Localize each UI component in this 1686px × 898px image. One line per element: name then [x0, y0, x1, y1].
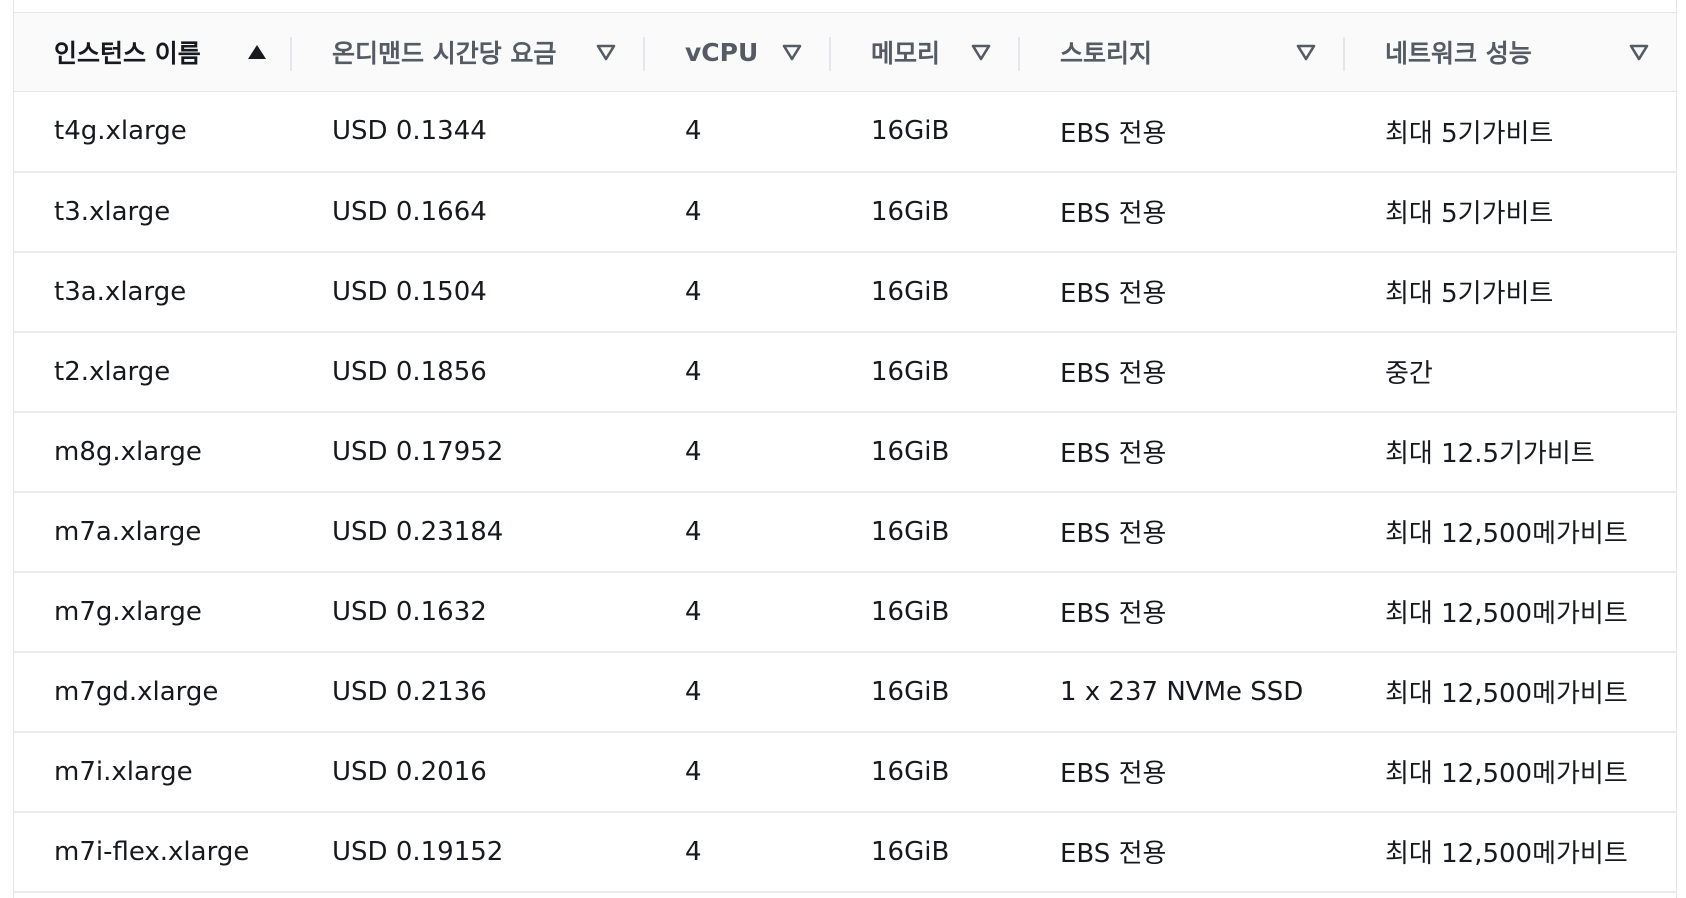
- cell-memory: 16GiB: [871, 676, 950, 707]
- table-row[interactable]: m7g.xlarge USD 0.1632 4 16GiB EBS 전용 최대 12,50…: [14, 572, 1676, 652]
- sort-descending-icon[interactable]: [781, 42, 803, 62]
- cell-instance-name: m7i.xlarge: [54, 756, 193, 787]
- cell-network-performance: 최대 12.5기가비트: [1385, 439, 1595, 469]
- cell-network-performance: 최대 5기가비트: [1385, 199, 1554, 229]
- cell-instance-name: m8g.xlarge: [54, 436, 202, 467]
- cell-memory: 16GiB: [871, 836, 950, 867]
- column-header-label: 네트워크 성능: [1385, 39, 1532, 68]
- cell-storage: EBS 전용: [1060, 199, 1167, 229]
- cell-network-performance: 최대 12,500메가비트: [1385, 839, 1628, 869]
- cell-network-performance: 최대 12,500메가비트: [1385, 759, 1628, 789]
- cell-storage: 1 x 237 NVMe SSD: [1060, 676, 1304, 707]
- cell-instance-name: m7g.xlarge: [54, 596, 202, 627]
- cell-vcpu: 4: [685, 196, 702, 227]
- column-header-storage[interactable]: 스토리지: [1020, 13, 1345, 92]
- cell-network-performance: 중간: [1385, 359, 1433, 389]
- cell-memory: 16GiB: [871, 356, 950, 387]
- cell-on-demand-hourly-rate: USD 0.1856: [332, 356, 487, 387]
- cell-memory: 16GiB: [871, 756, 950, 787]
- column-header-memory[interactable]: 메모리: [831, 13, 1020, 92]
- table-row[interactable]: m7a.xlarge USD 0.23184 4 16GiB EBS 전용 최대 12,5…: [14, 492, 1676, 572]
- cell-memory: 16GiB: [871, 116, 950, 147]
- cell-on-demand-hourly-rate: USD 0.2016: [332, 756, 487, 787]
- instance-table-container: 인스턴스 이름 온디맨드 시간당 요금 vCPU 메모리 스토리지 네트워크 성능 t4g…: [13, 0, 1677, 898]
- cell-vcpu: 4: [685, 356, 702, 387]
- cell-vcpu: 4: [685, 436, 702, 467]
- sort-descending-icon[interactable]: [970, 42, 992, 62]
- cell-vcpu: 4: [685, 836, 702, 867]
- cell-memory: 16GiB: [871, 436, 950, 467]
- cell-vcpu: 4: [685, 596, 702, 627]
- cell-on-demand-hourly-rate: USD 0.1504: [332, 276, 487, 307]
- cell-on-demand-hourly-rate: USD 0.23184: [332, 516, 504, 547]
- cell-instance-name: t3a.xlarge: [54, 276, 187, 307]
- sort-descending-icon[interactable]: [595, 42, 617, 62]
- cell-on-demand-hourly-rate: USD 0.17952: [332, 436, 504, 467]
- cell-memory: 16GiB: [871, 516, 950, 547]
- cell-instance-name: m7i-flex.xlarge: [54, 836, 250, 867]
- cell-storage: EBS 전용: [1060, 599, 1167, 629]
- cell-memory: 16GiB: [871, 596, 950, 627]
- cell-instance-name: m7a.xlarge: [54, 516, 202, 547]
- cell-vcpu: 4: [685, 516, 702, 547]
- column-header-label: 온디맨드 시간당 요금: [332, 39, 557, 68]
- cell-network-performance: 최대 12,500메가비트: [1385, 679, 1628, 709]
- column-header-on-demand-hourly-rate[interactable]: 온디맨드 시간당 요금: [292, 13, 645, 92]
- cell-on-demand-hourly-rate: USD 0.2136: [332, 676, 487, 707]
- table-row[interactable]: t2.xlarge USD 0.1856 4 16GiB EBS 전용 중간: [14, 332, 1676, 412]
- cell-network-performance: 최대 5기가비트: [1385, 279, 1554, 309]
- table-row[interactable]: t4g.xlarge USD 0.1344 4 16GiB EBS 전용 최대 5기가비트: [14, 92, 1676, 172]
- cell-storage: EBS 전용: [1060, 759, 1167, 789]
- table-row[interactable]: t3a.xlarge USD 0.1504 4 16GiB EBS 전용 최대 5기가비트: [14, 252, 1676, 332]
- cell-network-performance: 최대 12,500메가비트: [1385, 519, 1628, 549]
- column-header-instance-name[interactable]: 인스턴스 이름: [14, 13, 292, 92]
- column-header-label: 인스턴스 이름: [54, 39, 201, 68]
- cell-storage: EBS 전용: [1060, 359, 1167, 389]
- cell-vcpu: 4: [685, 676, 702, 707]
- cell-vcpu: 4: [685, 116, 702, 147]
- cell-vcpu: 4: [685, 756, 702, 787]
- cell-instance-name: m7gd.xlarge: [54, 676, 219, 707]
- sort-descending-icon[interactable]: [1628, 42, 1650, 62]
- table-body: t4g.xlarge USD 0.1344 4 16GiB EBS 전용 최대 5기가비트…: [14, 92, 1676, 892]
- cell-on-demand-hourly-rate: USD 0.19152: [332, 836, 504, 867]
- column-header-network-performance[interactable]: 네트워크 성능: [1345, 13, 1676, 92]
- cell-storage: EBS 전용: [1060, 118, 1167, 149]
- cell-on-demand-hourly-rate: USD 0.1632: [332, 596, 487, 627]
- cell-memory: 16GiB: [871, 276, 950, 307]
- cell-instance-name: t4g.xlarge: [54, 116, 187, 147]
- cell-on-demand-hourly-rate: USD 0.1344: [332, 116, 487, 147]
- cell-memory: 16GiB: [871, 196, 950, 227]
- column-header-label: 메모리: [871, 39, 941, 68]
- cell-network-performance: 최대 12,500메가비트: [1385, 599, 1628, 629]
- sort-descending-icon[interactable]: [1295, 42, 1317, 62]
- cell-vcpu: 4: [685, 276, 702, 307]
- table-row[interactable]: m7i.xlarge USD 0.2016 4 16GiB EBS 전용 최대 12,50…: [14, 732, 1676, 812]
- cell-storage: EBS 전용: [1060, 519, 1167, 549]
- cell-on-demand-hourly-rate: USD 0.1664: [332, 196, 487, 227]
- cell-instance-name: t2.xlarge: [54, 356, 171, 387]
- cell-storage: EBS 전용: [1060, 439, 1167, 469]
- table-row[interactable]: m8g.xlarge USD 0.17952 4 16GiB EBS 전용 최대 12.5…: [14, 412, 1676, 492]
- sort-ascending-icon[interactable]: [246, 42, 268, 62]
- cell-storage: EBS 전용: [1060, 839, 1167, 869]
- table-header-row: 인스턴스 이름 온디맨드 시간당 요금 vCPU 메모리 스토리지 네트워크 성능: [14, 12, 1676, 92]
- cell-instance-name: t3.xlarge: [54, 196, 171, 227]
- column-header-label: vCPU: [685, 37, 759, 67]
- table-row[interactable]: m7i-flex.xlarge USD 0.19152 4 16GiB EBS 전용 최대…: [14, 812, 1676, 892]
- cell-storage: EBS 전용: [1060, 279, 1167, 309]
- column-header-label: 스토리지: [1060, 39, 1153, 68]
- table-row[interactable]: t3.xlarge USD 0.1664 4 16GiB EBS 전용 최대 5기가비트: [14, 172, 1676, 252]
- cell-network-performance: 최대 5기가비트: [1385, 118, 1554, 149]
- table-row[interactable]: m7gd.xlarge USD 0.2136 4 16GiB 1 x 237 NVMe …: [14, 652, 1676, 732]
- instance-types-table: 인스턴스 이름 온디맨드 시간당 요금 vCPU 메모리 스토리지 네트워크 성능 t4g…: [14, 12, 1676, 893]
- column-header-vcpu[interactable]: vCPU: [645, 13, 831, 92]
